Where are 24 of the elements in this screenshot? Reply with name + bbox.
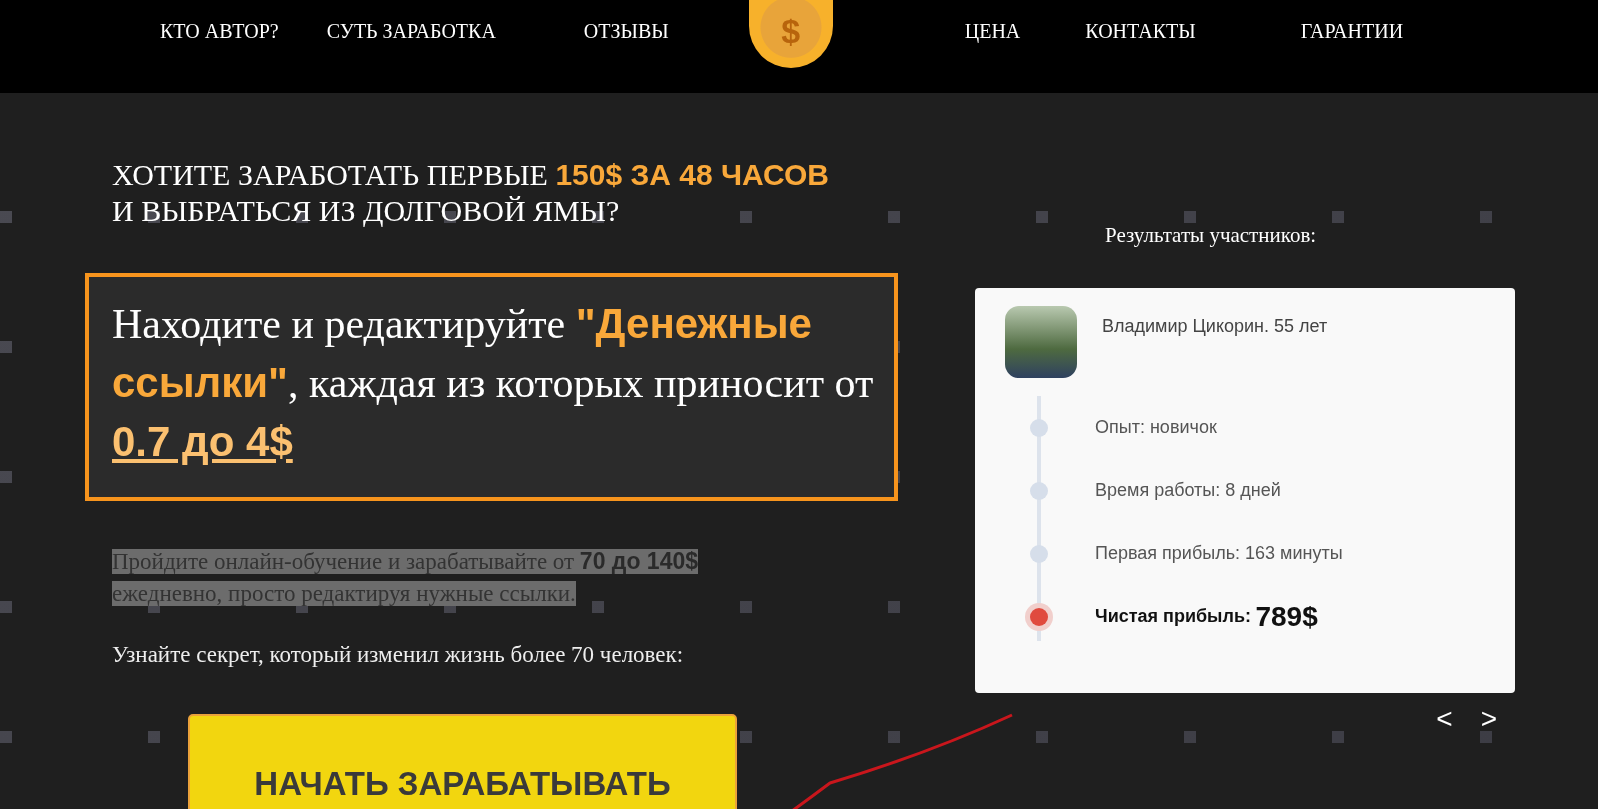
participant-name: Владимир Цикорин. 55 лет: [1102, 316, 1328, 338]
previous-button[interactable]: <: [1436, 703, 1453, 735]
result-detail: Первая прибыль: 163 минуты: [1095, 543, 1343, 564]
headline: ХОТИТЕ ЗАРАБОТАТЬ ПЕРВЫЕ 150$ ЗА 48 ЧАСОВ И ВЫБРАТЬСЯ ИЗ ДОЛГОВОЙ ЯМЫ?: [112, 157, 830, 229]
nav-link[interactable]: ГАРАНТИИ: [1300, 0, 1404, 43]
result-detail: Время работы: 8 дней: [1095, 480, 1281, 501]
nav-link[interactable]: СУТЬ ЗАРАБОТКА: [326, 0, 496, 43]
photo-placeholder: [1005, 306, 1077, 378]
offer-text: Находите и редактируйте "Денежные ссылки", каждая из которых приносит от 0.7 до 4$: [85, 273, 898, 501]
nav-link[interactable]: ЦЕНА: [964, 0, 1021, 43]
nav-link[interactable]: ОТЗЫВЫ: [583, 0, 669, 43]
timeline-dot: [1030, 418, 1048, 437]
results-title: Результаты участников:: [1105, 223, 1318, 248]
secret-text: Узнайте секрет, который изменил жизнь более 70 человек:: [112, 642, 685, 669]
nav-link[interactable]: КТО АВТОР?: [160, 0, 279, 43]
highlighted-text: Пройдите онлайн-обучение и зарабатывайте от 70 до 140$ ежедневно, просто редактируя нужные ссылки.: [112, 547, 700, 609]
nav-link[interactable]: КОНТАКТЫ: [1085, 0, 1196, 43]
next-button[interactable]: >: [1480, 703, 1497, 735]
timeline-dot: [1030, 544, 1048, 563]
result-detail: Опыт: новичок: [1095, 417, 1217, 438]
start-earning-button[interactable]: НАЧАТЬ ЗАРАБАТЫВАТЬ: [188, 714, 737, 809]
timeline-dot: [1030, 481, 1048, 500]
profit-value: 789$: [1255, 600, 1318, 633]
profit-label: Чистая прибыль:: [1095, 606, 1251, 627]
